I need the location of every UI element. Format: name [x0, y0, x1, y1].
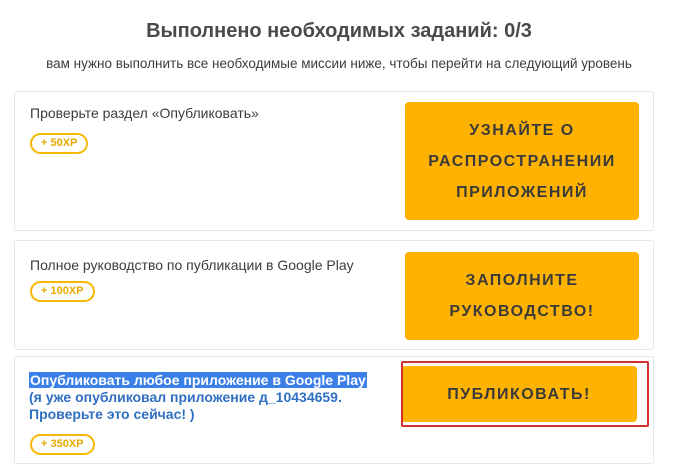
instruction-text: вам нужно выполнить все необходимые мисс… [46, 56, 632, 71]
mission-title-selected: Опубликовать любое приложение в Google P… [29, 372, 367, 388]
mission-title: Полное руководство по публикации в Googl… [30, 257, 354, 273]
mission-card-publish-app: Опубликовать любое приложение в Google P… [14, 356, 654, 464]
mission-card-check-publish: Проверьте раздел «Опубликовать» + 50XP У… [14, 91, 654, 231]
mission-title: Проверьте раздел «Опубликовать» [30, 105, 259, 121]
publish-button[interactable]: ПУБЛИКОВАТЬ! [401, 366, 637, 422]
xp-badge: + 350XP [30, 434, 95, 455]
xp-badge: + 50XP [30, 133, 89, 154]
mission-note: (я уже опубликовал приложение д_10434659… [29, 389, 342, 422]
complete-guide-button[interactable]: ЗАПОЛНИТЕ РУКОВОДСТВО! [405, 252, 639, 340]
learn-distribution-button[interactable]: УЗНАЙТЕ О РАСПРОСТРАНЕНИИ ПРИЛОЖЕНИЙ [405, 102, 639, 220]
progress-heading: Выполнено необходимых заданий: 0/3 [146, 20, 532, 42]
mission-card-guide: Полное руководство по публикации в Googl… [14, 240, 654, 350]
xp-badge: + 100XP [30, 281, 95, 302]
